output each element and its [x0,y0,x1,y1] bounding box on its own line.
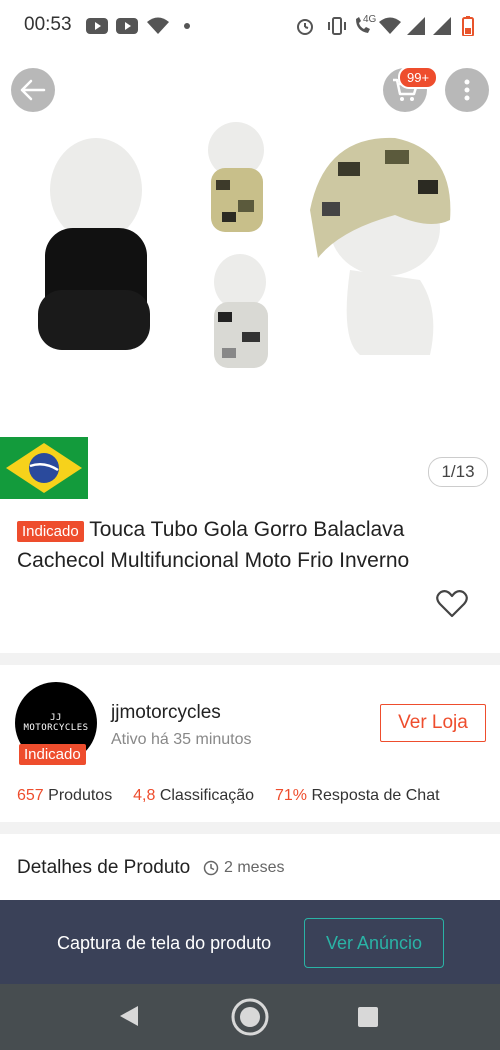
youtube-icon [116,16,138,36]
brazil-flag-icon [0,437,88,499]
products-label: Produtos [48,787,113,804]
heart-icon [436,590,468,618]
view-listing-button[interactable]: Ver Anúncio [304,918,444,968]
wifi-icon [147,16,169,36]
status-time: 00:53 [24,14,72,35]
more-options-button[interactable] [445,68,489,112]
alarm-icon [295,16,315,36]
clock-icon [203,860,219,876]
youtube-icon [86,16,108,36]
more-vertical-icon [464,79,470,101]
dot-icon [184,16,190,36]
products-count: 657 [17,787,44,804]
signal-icon [433,16,451,36]
divider [0,822,500,834]
shop-recommended-tag: Indicado [19,744,86,765]
product-details-heading: Detalhes de Produto [17,857,191,878]
vibrate-icon [327,16,347,36]
product-title-block: Indicado Touca Tubo Gola Gorro Balaclava… [17,515,487,575]
network-label: 4G [363,14,377,25]
shop-name[interactable]: jjmotorcycles [111,702,221,724]
back-button[interactable] [11,68,55,112]
shop-active-status: Ativo há 35 minutos [111,731,252,748]
wifi-icon [379,16,401,36]
details-time-label: 2 meses [224,859,285,876]
details-time: 2 meses [203,859,284,877]
chat-response-value: 71% [274,787,308,804]
shop-stats: 657 Produtos 4,8 Classificação 71% Respo… [17,787,440,805]
arrow-left-icon [20,79,46,101]
cart-badge: 99+ [398,66,439,89]
rating-label: Classificação [159,787,255,804]
recents-nav-button[interactable] [357,1006,379,1033]
favorite-button[interactable] [436,589,468,624]
shop-logo-text: JJ MOTORCYCLES [23,713,89,733]
status-bar: 00:53 4G [0,0,500,52]
image-counter: 1/13 [428,457,488,487]
back-nav-button[interactable] [118,1004,140,1033]
view-shop-button[interactable]: Ver Loja [380,704,486,742]
rating-value: 4,8 [133,787,156,804]
screenshot-label: Captura de tela do produto [57,933,272,953]
recommended-tag: Indicado [17,521,84,542]
home-nav-button[interactable] [230,997,270,1042]
divider [0,653,500,665]
battery-icon [462,16,474,36]
triangle-back-icon [120,1006,138,1026]
signal-icon [407,16,425,36]
square-recents-icon [358,1007,378,1027]
chat-response-label: Resposta de Chat [311,787,440,804]
home-circle-icon [231,998,269,1036]
